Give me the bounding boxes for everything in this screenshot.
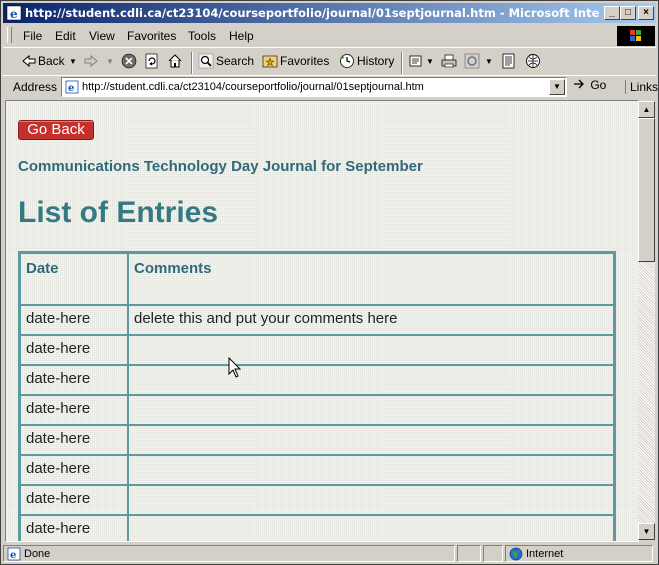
page-heading: List of Entries (18, 196, 219, 229)
address-input[interactable]: e http://student.cdli.ca/ct23104/coursep… (61, 77, 567, 97)
table-row: date-here (20, 425, 614, 455)
menu-grip[interactable] (7, 27, 12, 43)
table-row: date-here delete this and put your comme… (20, 305, 614, 335)
home-icon[interactable] (167, 53, 183, 69)
back-button[interactable]: Back (38, 54, 65, 68)
svg-text:e: e (68, 83, 74, 94)
menu-favorites[interactable]: Favorites (127, 29, 176, 43)
status-pane-blank (457, 545, 481, 562)
forward-dropdown-icon[interactable]: ▼ (106, 57, 114, 66)
internet-globe-icon (509, 547, 523, 561)
status-text: Done (24, 548, 51, 560)
date-cell: date-here (20, 365, 128, 395)
date-cell: date-here (20, 335, 128, 365)
table-row: date-here (20, 515, 614, 541)
browser-window: e http://student.cdli.ca/ct23104/coursep… (0, 0, 659, 565)
date-cell: date-here (20, 425, 128, 455)
comment-cell (128, 395, 614, 425)
menu-bar: File Edit View Favorites Tools Help (3, 25, 656, 46)
toolbar-separator (191, 52, 193, 74)
comment-cell (128, 425, 614, 455)
back-dropdown-icon[interactable]: ▼ (69, 57, 77, 66)
status-bar: e Done Internet (3, 544, 656, 563)
mouse-cursor-icon (228, 357, 242, 378)
date-cell: date-here (20, 485, 128, 515)
table-header-row: Date Comments (20, 253, 614, 305)
status-pane-main: e Done (3, 545, 455, 562)
title-bar[interactable]: e http://student.cdli.ca/ct23104/coursep… (3, 3, 656, 23)
entries-table: Date Comments date-here delete this and … (18, 251, 616, 541)
table-row: date-here (20, 485, 614, 515)
page-icon: e (65, 80, 79, 94)
comment-cell (128, 455, 614, 485)
toolbar-separator (401, 52, 403, 74)
comment-cell (128, 485, 614, 515)
mail-icon[interactable] (409, 53, 425, 69)
date-cell: date-here (20, 455, 128, 485)
history-icon[interactable] (339, 53, 355, 69)
search-button[interactable]: Search (216, 54, 254, 68)
windows-logo-icon (617, 26, 655, 46)
comment-cell (128, 335, 614, 365)
go-arrow-icon (574, 79, 584, 89)
scroll-thumb[interactable] (638, 118, 655, 262)
search-icon[interactable] (198, 53, 214, 69)
date-cell: date-here (20, 395, 128, 425)
page-subtitle: Communications Technology Day Journal fo… (18, 158, 423, 175)
go-back-button[interactable]: Go Back (18, 120, 94, 140)
date-cell: date-here (20, 305, 128, 335)
address-url: http://student.cdli.ca/ct23104/coursepor… (82, 81, 424, 93)
menu-edit[interactable]: Edit (55, 29, 76, 43)
back-arrow-icon[interactable] (21, 53, 37, 69)
mail-dropdown-icon[interactable]: ▼ (426, 57, 434, 66)
address-dropdown-icon[interactable]: ▼ (549, 79, 565, 95)
stop-icon[interactable] (121, 53, 137, 69)
scroll-up-icon[interactable]: ▲ (638, 101, 655, 118)
edit-dropdown-icon[interactable]: ▼ (485, 57, 493, 66)
standard-toolbar: Back ▼ ▼ Search Favorites History ▼ ▼ (3, 47, 656, 76)
refresh-icon[interactable] (144, 53, 160, 69)
security-zone-text: Internet (526, 548, 564, 560)
links-button[interactable]: Links (625, 80, 658, 94)
forward-arrow-icon[interactable] (83, 53, 99, 69)
table-row: date-here (20, 365, 614, 395)
comment-cell (128, 515, 614, 541)
ie-logo-icon: e (6, 5, 22, 21)
discuss-icon[interactable] (501, 53, 517, 69)
menu-tools[interactable]: Tools (188, 29, 216, 43)
vertical-scrollbar[interactable]: ▲ ▼ (638, 101, 655, 540)
date-cell: date-here (20, 515, 128, 541)
table-row: date-here (20, 395, 614, 425)
status-pane-blank (483, 545, 503, 562)
messenger-icon[interactable] (525, 53, 541, 69)
menu-view[interactable]: View (89, 29, 115, 43)
favorites-button[interactable]: Favorites (280, 54, 329, 68)
address-label: Address (13, 80, 58, 94)
comment-cell: delete this and put your comments here (128, 305, 614, 335)
page-viewport: Go Back Communications Technology Day Jo… (5, 100, 639, 542)
go-button[interactable]: Go (573, 78, 606, 92)
svg-text:e: e (10, 7, 18, 21)
comment-cell (128, 365, 614, 395)
status-pane-zone: Internet (505, 545, 653, 562)
minimize-button[interactable]: _ (604, 6, 620, 20)
comments-column-header: Comments (128, 253, 614, 305)
window-title: http://student.cdli.ca/ct23104/coursepor… (25, 6, 600, 20)
history-button[interactable]: History (357, 54, 394, 68)
menu-help[interactable]: Help (229, 29, 254, 43)
table-row: date-here (20, 335, 614, 365)
menu-file[interactable]: File (23, 29, 42, 43)
maximize-button[interactable]: □ (620, 6, 636, 20)
svg-text:e: e (10, 550, 16, 561)
print-icon[interactable] (441, 53, 457, 69)
go-label: Go (590, 78, 607, 92)
address-bar: Address e http://student.cdli.ca/ct23104… (3, 75, 658, 98)
date-column-header: Date (20, 253, 128, 305)
table-row: date-here (20, 455, 614, 485)
favorites-icon[interactable] (262, 53, 278, 69)
scroll-down-icon[interactable]: ▼ (638, 523, 655, 540)
page-done-icon: e (7, 547, 21, 561)
close-button[interactable]: × (638, 6, 654, 20)
edit-icon[interactable] (464, 53, 480, 69)
